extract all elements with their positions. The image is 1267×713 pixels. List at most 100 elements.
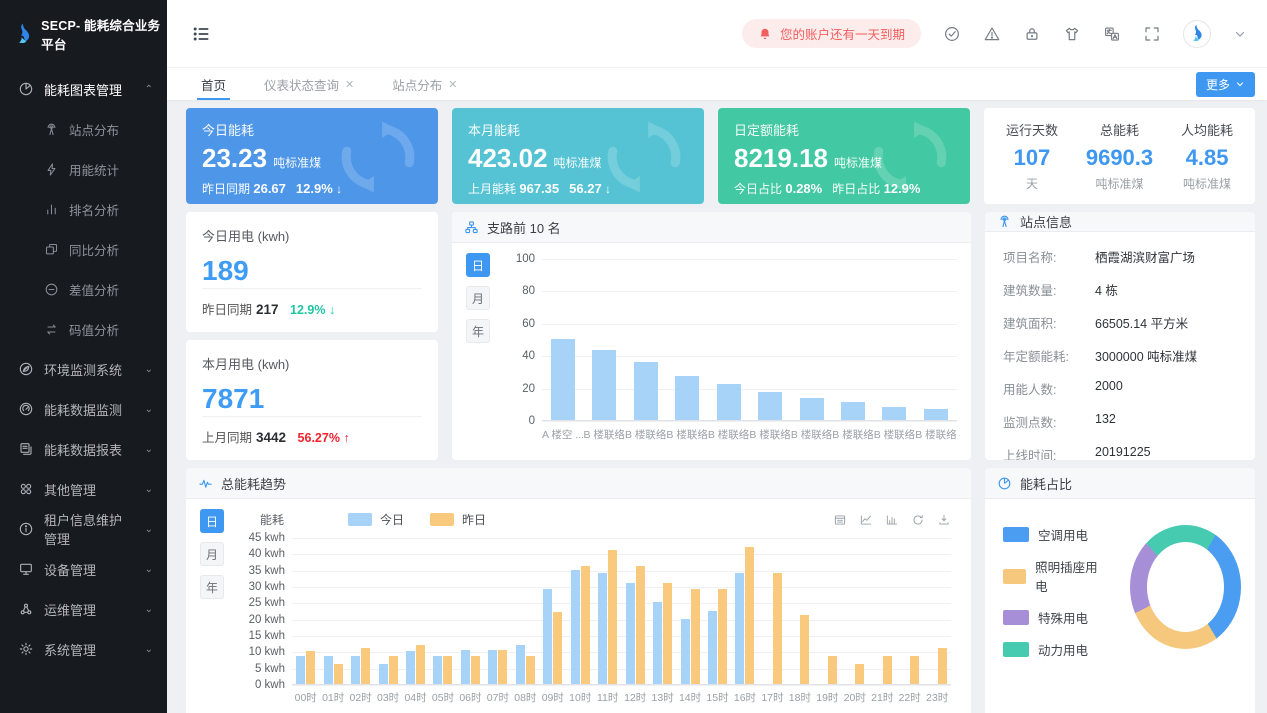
bar-今日[interactable] bbox=[488, 650, 497, 684]
bar-chart-icon[interactable] bbox=[885, 513, 899, 527]
close-icon[interactable]: ✕ bbox=[448, 78, 457, 91]
language-icon[interactable] bbox=[1103, 25, 1121, 43]
bar-今日[interactable] bbox=[735, 573, 744, 684]
lock-icon[interactable] bbox=[1023, 25, 1041, 43]
bar[interactable] bbox=[882, 407, 906, 420]
bar-昨日[interactable] bbox=[306, 651, 315, 684]
bar[interactable] bbox=[800, 398, 824, 420]
tab-仪表状态查询[interactable]: 仪表状态查询✕ bbox=[254, 68, 364, 100]
x-tick-label: 19时 bbox=[814, 690, 841, 705]
sidebar-item-energy-chart-mgmt[interactable]: 能耗图表管理 ⌃ bbox=[0, 69, 167, 109]
bar-昨日[interactable] bbox=[828, 656, 837, 684]
bar-今日[interactable] bbox=[296, 656, 305, 684]
trend-period-月[interactable]: 月 bbox=[200, 542, 224, 566]
account-expiry-notice[interactable]: 您的账户还有一天到期 bbox=[742, 19, 921, 48]
donut-legend-item-照明插座用电[interactable]: 照明插座用电 bbox=[1003, 557, 1102, 595]
collapse-menu-icon[interactable] bbox=[191, 24, 211, 44]
bar-昨日[interactable] bbox=[663, 583, 672, 684]
more-button[interactable]: 更多 bbox=[1196, 72, 1255, 97]
bar-今日[interactable] bbox=[379, 664, 388, 684]
bar-昨日[interactable] bbox=[471, 656, 480, 684]
donut-legend-item-特殊用电[interactable]: 特殊用电 bbox=[1003, 608, 1102, 627]
sidebar-subitem-yoy-analysis[interactable]: 同比分析 bbox=[0, 229, 167, 269]
download-icon[interactable] bbox=[937, 513, 951, 527]
chevron-down-icon[interactable] bbox=[1233, 27, 1247, 41]
sidebar-item-energy-data-report[interactable]: 能耗数据报表 ⌄ bbox=[0, 429, 167, 469]
bar[interactable] bbox=[924, 409, 948, 420]
sidebar-item-other-mgmt[interactable]: 其他管理 ⌄ bbox=[0, 469, 167, 509]
sidebar-item-ops-mgmt[interactable]: 运维管理 ⌄ bbox=[0, 589, 167, 629]
sidebar-item-device-mgmt[interactable]: 设备管理 ⌄ bbox=[0, 549, 167, 589]
bar-昨日[interactable] bbox=[443, 656, 452, 684]
close-icon[interactable]: ✕ bbox=[345, 78, 354, 91]
sidebar-item-env-monitor-system[interactable]: 环境监测系统 ⌄ bbox=[0, 349, 167, 389]
bar[interactable] bbox=[634, 362, 658, 420]
bar-今日[interactable] bbox=[433, 656, 442, 684]
branch-period-日[interactable]: 日 bbox=[466, 253, 490, 277]
refresh-icon[interactable] bbox=[911, 513, 925, 527]
sidebar-subitem-code-value-analysis[interactable]: 码值分析 bbox=[0, 309, 167, 349]
bar-昨日[interactable] bbox=[745, 547, 754, 684]
tab-首页[interactable]: 首页 bbox=[191, 68, 236, 100]
legend-item-今日[interactable]: 今日 bbox=[348, 511, 404, 528]
donut-legend-item-动力用电[interactable]: 动力用电 bbox=[1003, 640, 1102, 659]
trend-period-年[interactable]: 年 bbox=[200, 575, 224, 599]
sidebar-subitem-energy-usage-stats[interactable]: 用能统计 bbox=[0, 149, 167, 189]
bar-昨日[interactable] bbox=[800, 615, 809, 684]
bar-今日[interactable] bbox=[461, 650, 470, 684]
bar-今日[interactable] bbox=[626, 583, 635, 684]
bar[interactable] bbox=[592, 350, 616, 420]
gauge-check-icon[interactable] bbox=[943, 25, 961, 43]
bar-今日[interactable] bbox=[708, 611, 717, 685]
bar-昨日[interactable] bbox=[498, 650, 507, 684]
bar-今日[interactable] bbox=[543, 589, 552, 684]
bar-今日[interactable] bbox=[406, 651, 415, 684]
bar-今日[interactable] bbox=[516, 645, 525, 684]
fullscreen-icon[interactable] bbox=[1143, 25, 1161, 43]
bar-昨日[interactable] bbox=[636, 566, 645, 684]
bar-昨日[interactable] bbox=[526, 656, 535, 684]
sidebar-item-system-mgmt[interactable]: 系统管理 ⌄ bbox=[0, 629, 167, 669]
bar-昨日[interactable] bbox=[416, 645, 425, 684]
branch-period-月[interactable]: 月 bbox=[466, 286, 490, 310]
bar-昨日[interactable] bbox=[389, 656, 398, 684]
bar-昨日[interactable] bbox=[883, 656, 892, 684]
branch-period-年[interactable]: 年 bbox=[466, 319, 490, 343]
bar[interactable] bbox=[717, 384, 741, 420]
bar-昨日[interactable] bbox=[553, 612, 562, 684]
bar-今日[interactable] bbox=[571, 570, 580, 684]
bar-今日[interactable] bbox=[653, 602, 662, 684]
bar-昨日[interactable] bbox=[581, 566, 590, 684]
line-chart-icon[interactable] bbox=[859, 513, 873, 527]
bar-昨日[interactable] bbox=[718, 589, 727, 684]
bar-昨日[interactable] bbox=[910, 656, 919, 684]
bar-昨日[interactable] bbox=[855, 664, 864, 684]
bar[interactable] bbox=[675, 376, 699, 420]
bar-今日[interactable] bbox=[324, 656, 333, 684]
trend-period-日[interactable]: 日 bbox=[200, 509, 224, 533]
bar-昨日[interactable] bbox=[773, 573, 782, 684]
bar[interactable] bbox=[551, 339, 575, 420]
legend-item-昨日[interactable]: 昨日 bbox=[430, 511, 486, 528]
bar-昨日[interactable] bbox=[334, 664, 343, 684]
warning-icon[interactable] bbox=[983, 25, 1001, 43]
bar-今日[interactable] bbox=[351, 656, 360, 684]
bar-今日[interactable] bbox=[681, 619, 690, 684]
bar[interactable] bbox=[758, 392, 782, 420]
bar[interactable] bbox=[841, 402, 865, 420]
donut-legend-item-空调用电[interactable]: 空调用电 bbox=[1003, 525, 1102, 544]
bar-昨日[interactable] bbox=[691, 589, 700, 684]
tab-站点分布[interactable]: 站点分布✕ bbox=[382, 68, 467, 100]
bar-昨日[interactable] bbox=[608, 550, 617, 684]
sidebar-item-tenant-info-mgmt[interactable]: 租户信息维护管理 ⌄ bbox=[0, 509, 167, 549]
sidebar-subitem-diff-analysis[interactable]: 差值分析 bbox=[0, 269, 167, 309]
sidebar-subitem-site-distribution[interactable]: 站点分布 bbox=[0, 109, 167, 149]
bar-今日[interactable] bbox=[598, 573, 607, 684]
bar-昨日[interactable] bbox=[361, 648, 370, 684]
data-view-icon[interactable] bbox=[833, 513, 847, 527]
sidebar-item-energy-data-monitor[interactable]: 能耗数据监测 ⌄ bbox=[0, 389, 167, 429]
bar-昨日[interactable] bbox=[938, 648, 947, 684]
user-avatar[interactable] bbox=[1183, 20, 1211, 48]
theme-icon[interactable] bbox=[1063, 25, 1081, 43]
sidebar-subitem-ranking-analysis[interactable]: 排名分析 bbox=[0, 189, 167, 229]
